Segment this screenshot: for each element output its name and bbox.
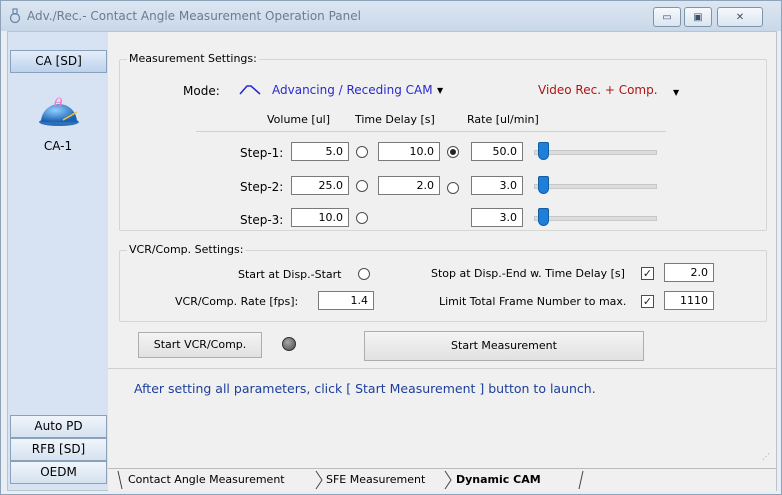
close-button[interactable]: ✕ <box>717 7 763 27</box>
time-delay-header: Time Delay [s] <box>355 113 435 126</box>
contact-angle-droplet-icon: θ <box>39 96 79 126</box>
step-3-radio-a[interactable] <box>356 212 368 224</box>
window-title: Adv./Rec.- Contact Angle Measurement Ope… <box>27 9 361 23</box>
step-1-radio-b[interactable] <box>447 146 459 158</box>
svg-text:θ: θ <box>54 96 63 112</box>
start-measurement-button[interactable]: Start Measurement <box>364 331 644 361</box>
stop-disp-label: Stop at Disp.-End w. Time Delay [s] <box>431 267 625 280</box>
maximize-icon: ▣ <box>693 11 703 23</box>
step-2-volume-field[interactable]: 25.0 <box>291 176 349 195</box>
step-3-rate-slider[interactable] <box>538 208 549 226</box>
step-1-rate-slider-track <box>534 150 657 155</box>
vcr-settings-label: VCR/Comp. Settings: <box>127 243 246 256</box>
vcr-status-lamp <box>282 337 296 351</box>
volume-header: Volume [ul] <box>267 113 331 126</box>
start-disp-label: Start at Disp.-Start <box>238 268 342 281</box>
measurement-settings-label: Measurement Settings: <box>127 52 259 65</box>
limit-frames-field[interactable]: 1110 <box>664 291 714 310</box>
rate-header: Rate [ul/min] <box>467 113 539 126</box>
mode-select[interactable]: Advancing / Receding CAM <box>272 83 433 97</box>
step-2-radio-a[interactable] <box>356 180 368 192</box>
step-1-rate-slider[interactable] <box>538 142 549 160</box>
start-disp-radio[interactable] <box>358 268 370 280</box>
step-3-rate-field[interactable]: 3.0 <box>471 208 523 227</box>
sidebar-tab-oedm[interactable]: OEDM <box>10 461 107 484</box>
advancing-receding-icon <box>239 85 261 95</box>
step-1-delay-field[interactable]: 10.0 <box>378 142 440 161</box>
step-3-label: Step-3: <box>240 213 284 227</box>
client-area: CA [SD] θ CA-1 Auto PD RFB [SD] OEDM Mea… <box>7 31 777 491</box>
step-1-volume-field[interactable]: 5.0 <box>291 142 349 161</box>
tab-dynamic-cam[interactable]: Dynamic CAM <box>456 471 541 489</box>
vcr-rate-field[interactable]: 1.4 <box>318 291 374 310</box>
step-2-delay-field[interactable]: 2.0 <box>378 176 440 195</box>
stop-disp-checkbox[interactable]: ✓ <box>641 267 654 280</box>
vcr-settings-group <box>119 250 767 322</box>
step-1-radio-a[interactable] <box>356 146 368 158</box>
start-vcr-button[interactable]: Start VCR/Comp. <box>138 332 262 358</box>
sidebar-tab-auto-pd[interactable]: Auto PD <box>10 415 107 438</box>
info-message: After setting all parameters, click [ St… <box>134 381 596 396</box>
vcr-rate-label: VCR/Comp. Rate [fps]: <box>175 295 299 308</box>
bottom-tab-strip: Contact Angle Measurement SFE Measuremen… <box>108 468 776 491</box>
main-panel: Measurement Settings: Mode: Advancing / … <box>108 32 776 491</box>
minimize-button[interactable]: ▭ <box>653 7 681 27</box>
maximize-button[interactable]: ▣ <box>684 7 712 27</box>
step-2-label: Step-2: <box>240 180 284 194</box>
stop-disp-delay-field[interactable]: 2.0 <box>664 263 714 282</box>
sidebar-tab-rfb-sd[interactable]: RFB [SD] <box>10 438 107 461</box>
tab-contact-angle-measurement[interactable]: Contact Angle Measurement <box>128 471 285 489</box>
limit-frames-checkbox[interactable]: ✓ <box>641 295 654 308</box>
header-divider <box>196 131 666 132</box>
step-2-rate-slider-track <box>534 184 657 189</box>
title-bar: Adv./Rec.- Contact Angle Measurement Ope… <box>1 1 781 31</box>
step-3-volume-field[interactable]: 10.0 <box>291 208 349 227</box>
flask-icon <box>9 8 21 24</box>
step-1-rate-field[interactable]: 50.0 <box>471 142 523 161</box>
close-icon: ✕ <box>735 11 745 23</box>
step-3-rate-slider-track <box>534 216 657 221</box>
video-dropdown-icon[interactable]: ▼ <box>673 88 679 97</box>
resize-grip-icon[interactable]: ⋰ <box>762 452 770 461</box>
step-2-rate-slider[interactable] <box>538 176 549 194</box>
mode-dropdown-icon[interactable]: ▼ <box>437 86 443 95</box>
sidebar: CA [SD] θ CA-1 Auto PD RFB [SD] OEDM <box>8 32 109 490</box>
step-2-rate-field[interactable]: 3.0 <box>471 176 523 195</box>
mode-label: Mode: <box>183 84 220 98</box>
minimize-icon: ▭ <box>662 11 672 23</box>
sidebar-tab-ca-sd[interactable]: CA [SD] <box>10 50 107 73</box>
tab-sfe-measurement[interactable]: SFE Measurement <box>326 471 425 489</box>
ca-label: CA-1 <box>43 139 73 153</box>
step-1-label: Step-1: <box>240 146 284 160</box>
action-divider <box>108 368 776 369</box>
app-window: Adv./Rec.- Contact Angle Measurement Ope… <box>0 0 782 495</box>
limit-frames-label: Limit Total Frame Number to max. <box>439 295 627 308</box>
step-2-radio-b[interactable] <box>447 182 459 194</box>
video-mode-select[interactable]: Video Rec. + Comp. <box>538 83 658 97</box>
